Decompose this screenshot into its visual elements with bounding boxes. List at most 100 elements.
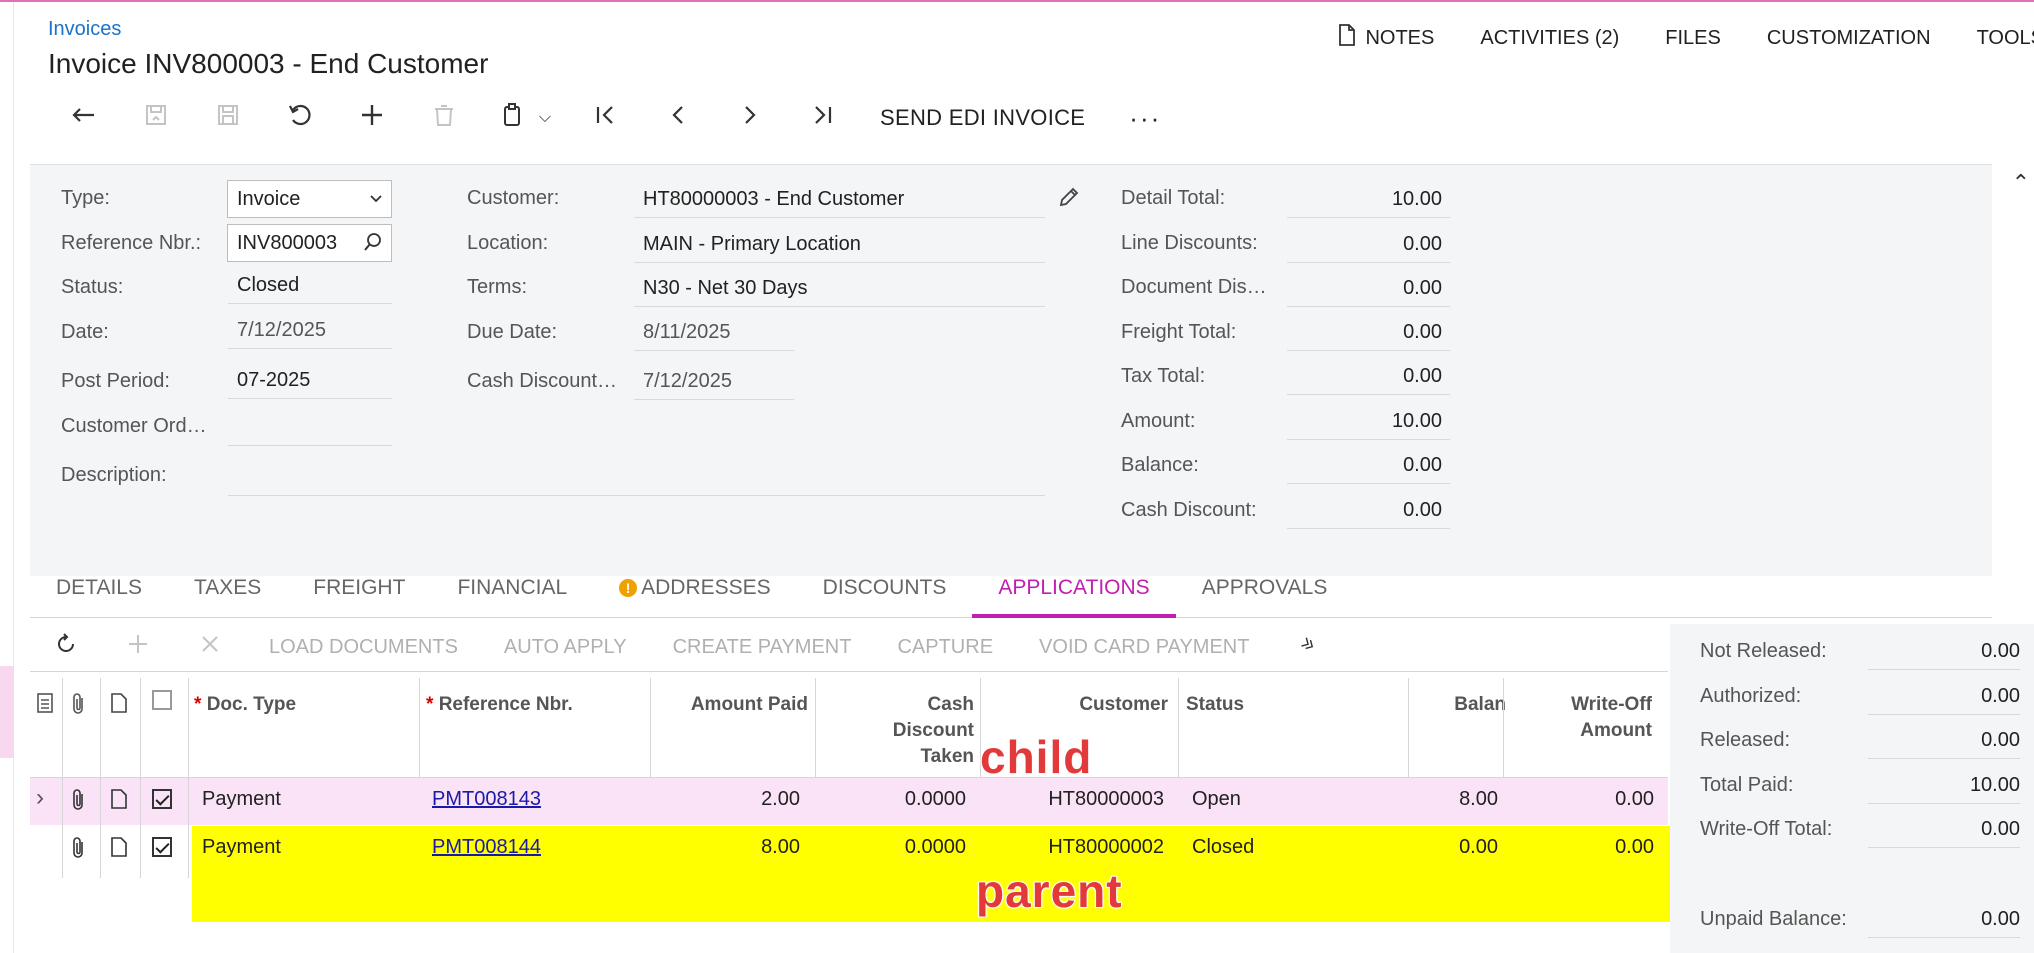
last-icon <box>808 101 836 136</box>
customer-header[interactable]: Customer <box>990 692 1168 718</box>
description-label: Description: <box>61 464 167 486</box>
customization-button[interactable]: CUSTOMIZATION <box>1767 24 1931 52</box>
save-close-button[interactable] <box>120 98 192 138</box>
previous-record-button[interactable] <box>642 98 714 138</box>
date-value[interactable]: 7/12/2025 <box>228 315 392 349</box>
post-period-value[interactable]: 07-2025 <box>228 365 392 399</box>
expand-chevron-icon[interactable]: › <box>36 784 44 812</box>
breadcrumb[interactable]: Invoices <box>48 18 121 41</box>
page-title: Invoice INV800003 - End Customer <box>48 48 489 79</box>
cash-discount-date-value[interactable]: 7/12/2025 <box>634 366 794 400</box>
more-toolbar-button[interactable] <box>1272 633 1344 662</box>
tab-addresses[interactable]: ! ADDRESSES <box>593 562 797 618</box>
writeoff-amount-header[interactable]: Write-Off Amount <box>1520 692 1652 744</box>
balance-header[interactable]: Balan <box>1410 692 1506 718</box>
send-edi-invoice-button[interactable]: SEND EDI INVOICE <box>858 105 1107 131</box>
back-button[interactable] <box>48 98 120 138</box>
main-toolbar: ⌵ SEND EDI INVOICE ··· <box>48 98 1183 138</box>
save-button[interactable] <box>192 98 264 138</box>
row-writeoff[interactable]: 0.00 <box>1520 836 1654 859</box>
tools-button[interactable]: TOOLS <box>1977 24 2034 52</box>
add-row-button[interactable] <box>102 632 174 663</box>
type-select[interactable]: Invoice <box>227 180 392 218</box>
select-all-checkbox[interactable] <box>152 690 172 718</box>
freight-total-value: 0.00 <box>1287 317 1450 351</box>
activities-button[interactable]: ACTIVITIES (2) <box>1480 24 1619 52</box>
paperclip-icon[interactable] <box>70 836 88 866</box>
tab-approvals[interactable]: APPROVALS <box>1176 562 1354 618</box>
customer-value[interactable]: HT80000003 - End Customer <box>634 184 1045 218</box>
row-reference-nbr-link[interactable]: PMT008144 <box>432 836 541 858</box>
description-input[interactable] <box>228 462 1045 496</box>
row-reference-nbr-link[interactable]: PMT008143 <box>432 788 541 810</box>
row-amount-paid[interactable]: 8.00 <box>650 836 800 859</box>
pencil-icon[interactable] <box>1058 186 1080 213</box>
tab-discounts[interactable]: DISCOUNTS <box>797 562 973 618</box>
files-button[interactable]: FILES <box>1665 24 1721 52</box>
not-released-value: 0.00 <box>1868 636 2020 670</box>
paperclip-icon[interactable] <box>70 788 88 818</box>
due-date-value[interactable]: 8/11/2025 <box>634 317 794 351</box>
first-record-button[interactable] <box>570 98 642 138</box>
cash-discount-date-label: Cash Discount… <box>467 370 618 392</box>
capture-button[interactable]: CAPTURE <box>874 636 1016 659</box>
row-cash-discount[interactable]: 0.0000 <box>820 836 966 859</box>
paperclip-icon[interactable] <box>70 692 88 724</box>
column-divider <box>1408 678 1409 778</box>
collapse-chevron-icon[interactable]: ⌃ <box>2012 170 2030 196</box>
delete-button[interactable] <box>408 98 480 138</box>
terms-value[interactable]: N30 - Net 30 Days <box>634 273 1045 307</box>
row-cash-discount[interactable]: 0.0000 <box>820 788 966 811</box>
row-amount-paid[interactable]: 2.00 <box>650 788 800 811</box>
table-row[interactable]: › Payment PMT008143 2.00 0.0000 HT800000… <box>30 778 1668 825</box>
chevron-right-icon <box>736 101 764 136</box>
row-status: Closed <box>1192 836 1255 858</box>
reference-nbr-input[interactable]: INV800003 <box>227 224 392 262</box>
checkbox-icon <box>152 690 172 710</box>
row-doc-type[interactable]: Payment <box>202 788 281 811</box>
doc-type-header[interactable]: * Doc. Type <box>194 692 296 718</box>
delete-row-button[interactable] <box>174 632 246 663</box>
add-button[interactable] <box>336 98 408 138</box>
create-payment-button[interactable]: CREATE PAYMENT <box>650 636 875 659</box>
location-value[interactable]: MAIN - Primary Location <box>634 229 1045 263</box>
last-record-button[interactable] <box>786 98 858 138</box>
tab-freight[interactable]: FREIGHT <box>287 562 431 618</box>
cancel-button[interactable] <box>264 98 336 138</box>
void-card-payment-button[interactable]: VOID CARD PAYMENT <box>1016 636 1272 659</box>
tab-details[interactable]: DETAILS <box>30 562 168 618</box>
row-doc-type[interactable]: Payment <box>202 836 281 859</box>
table-row[interactable]: Payment PMT008144 8.00 0.0000 HT80000002… <box>30 826 1674 873</box>
row-checkbox[interactable] <box>152 837 172 863</box>
doc-type-header-label: Doc. Type <box>206 694 297 715</box>
reference-nbr-header[interactable]: * Reference Nbr. <box>426 692 573 718</box>
cash-discount-header-line3: Taken <box>920 746 974 767</box>
total-paid-label: Total Paid: <box>1700 774 1794 796</box>
files-column-icon[interactable] <box>36 692 54 722</box>
notes-button[interactable]: NOTES <box>1337 24 1434 52</box>
search-icon[interactable] <box>363 225 383 273</box>
due-date-label: Due Date: <box>467 321 558 343</box>
row-writeoff[interactable]: 0.00 <box>1520 788 1654 811</box>
tab-taxes[interactable]: TAXES <box>168 562 287 618</box>
balance-value: 0.00 <box>1287 450 1450 484</box>
note-icon[interactable] <box>110 692 128 722</box>
chevron-down-icon <box>369 181 383 229</box>
more-actions-button[interactable]: ··· <box>1107 103 1183 134</box>
tab-applications[interactable]: APPLICATIONS <box>972 562 1176 618</box>
cash-discount-label: Cash Discount: <box>1121 499 1257 521</box>
customer-order-input[interactable] <box>228 412 392 446</box>
cash-discount-taken-header[interactable]: Cash Discount Taken <box>820 692 974 770</box>
note-icon[interactable] <box>110 836 128 864</box>
status-header[interactable]: Status <box>1186 692 1244 718</box>
tab-financial[interactable]: FINANCIAL <box>431 562 593 618</box>
amount-paid-header[interactable]: Amount Paid <box>650 692 808 718</box>
row-checkbox[interactable] <box>152 789 172 815</box>
copy-paste-button[interactable]: ⌵ <box>480 98 570 138</box>
note-icon[interactable] <box>110 788 128 816</box>
auto-apply-button[interactable]: AUTO APPLY <box>481 636 650 659</box>
refresh-button[interactable] <box>30 632 102 663</box>
load-documents-button[interactable]: LOAD DOCUMENTS <box>246 636 481 659</box>
warning-icon: ! <box>619 579 638 597</box>
next-record-button[interactable] <box>714 98 786 138</box>
